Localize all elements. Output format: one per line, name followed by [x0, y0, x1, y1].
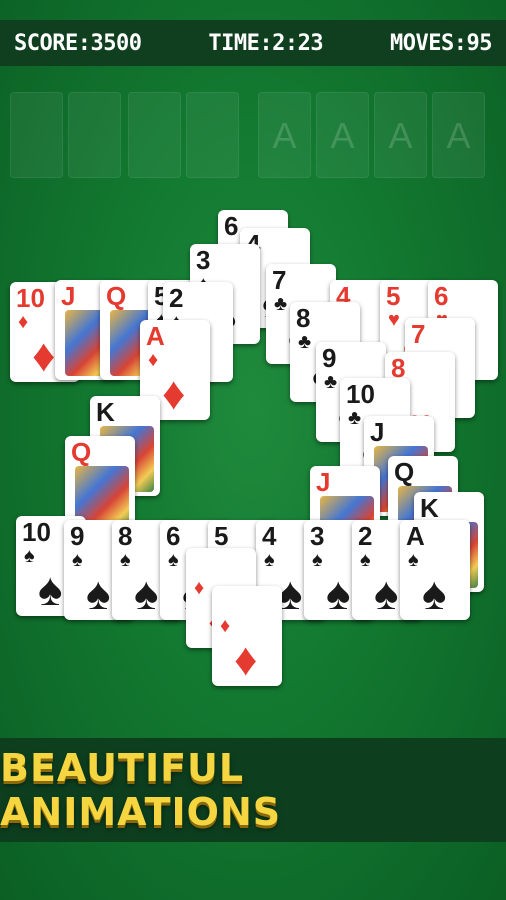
- suit-icon: ♠: [408, 549, 419, 571]
- card-rank: 3: [310, 521, 325, 551]
- card-rank: A: [146, 321, 165, 351]
- suit-large-icon: ♠: [422, 567, 447, 619]
- suit-large-icon: ♦: [32, 329, 56, 381]
- promo-banner: BEAUTIFUL ANIMATIONS: [0, 738, 506, 842]
- foundation-slot-2[interactable]: A: [316, 92, 369, 178]
- suit-icon: ♠: [264, 549, 275, 571]
- suit-icon: ♠: [360, 549, 371, 571]
- suit-large-icon: ♠: [134, 567, 159, 619]
- suit-large-icon: ♦: [234, 633, 258, 685]
- card-rank: 10: [346, 379, 375, 409]
- card-rank: 5: [214, 521, 229, 551]
- playing-card[interactable]: A ♠ ♠: [400, 520, 470, 620]
- banner-title: BEAUTIFUL ANIMATIONS: [0, 746, 282, 834]
- suit-icon: ♦: [148, 349, 159, 371]
- hud-bar: SCORE:3500 TIME:2:23 MOVES:95: [0, 20, 506, 66]
- suit-large-icon: ♠: [374, 567, 399, 619]
- empty-slot[interactable]: [186, 92, 239, 178]
- suit-icon: ♠: [24, 545, 35, 567]
- suit-icon: ♦: [18, 311, 29, 333]
- card-rank: 8: [118, 521, 133, 551]
- suit-icon: ♣: [274, 293, 288, 315]
- card-rank: J: [61, 281, 76, 311]
- card-rank: 10: [16, 283, 45, 313]
- card-rank: 7: [411, 319, 426, 349]
- card-rank: 5: [386, 281, 401, 311]
- card-rank: Q: [394, 457, 415, 487]
- suit-icon: ♦: [220, 615, 231, 637]
- foundation-slot-4[interactable]: A: [432, 92, 485, 178]
- score-display: SCORE:3500: [14, 30, 142, 56]
- card-rank: 10: [22, 517, 51, 547]
- card-rank: 4: [262, 521, 277, 551]
- suit-icon: ♥: [388, 309, 400, 331]
- foundation-slot-3[interactable]: A: [374, 92, 427, 178]
- suit-icon: ♠: [120, 549, 131, 571]
- card-rank: J: [370, 417, 385, 447]
- moves-display: MOVES:95: [390, 30, 492, 56]
- foundation-slot-1[interactable]: A: [258, 92, 311, 178]
- playing-card[interactable]: ♦♦: [212, 586, 282, 686]
- card-rank: 3: [196, 245, 211, 275]
- suit-large-icon: ♦: [162, 367, 186, 419]
- suit-icon: ♣: [348, 407, 362, 429]
- card-rank: 9: [322, 343, 337, 373]
- foundation-area: A A A A: [10, 92, 496, 180]
- card-rank: 2: [169, 283, 184, 313]
- suit-large-icon: ♠: [86, 567, 111, 619]
- card-rank: K: [96, 397, 115, 427]
- card-rank: Q: [106, 281, 127, 311]
- suit-icon: ♣: [298, 331, 312, 353]
- card-rank: 6: [166, 521, 181, 551]
- card-rank: Q: [71, 437, 92, 467]
- suit-icon: ♠: [168, 549, 179, 571]
- suit-large-icon: ♠: [326, 567, 351, 619]
- suit-icon: ♦: [194, 577, 205, 599]
- card-rank: 8: [296, 303, 311, 333]
- empty-slot[interactable]: [128, 92, 181, 178]
- suit-icon: ♣: [324, 371, 338, 393]
- card-rank: K: [420, 493, 439, 523]
- empty-slot[interactable]: [10, 92, 63, 178]
- card-rank: 2: [358, 521, 373, 551]
- card-rank: A: [406, 521, 425, 551]
- suit-large-icon: ♠: [38, 563, 63, 615]
- suit-icon: ♠: [312, 549, 323, 571]
- card-rank: 7: [272, 265, 287, 295]
- card-rank: 6: [224, 211, 239, 241]
- card-rank: 6: [434, 281, 449, 311]
- card-rank: J: [316, 467, 331, 497]
- suit-icon: ♠: [72, 549, 83, 571]
- empty-slot[interactable]: [68, 92, 121, 178]
- time-display: TIME:2:23: [208, 30, 324, 56]
- card-rank: 9: [70, 521, 85, 551]
